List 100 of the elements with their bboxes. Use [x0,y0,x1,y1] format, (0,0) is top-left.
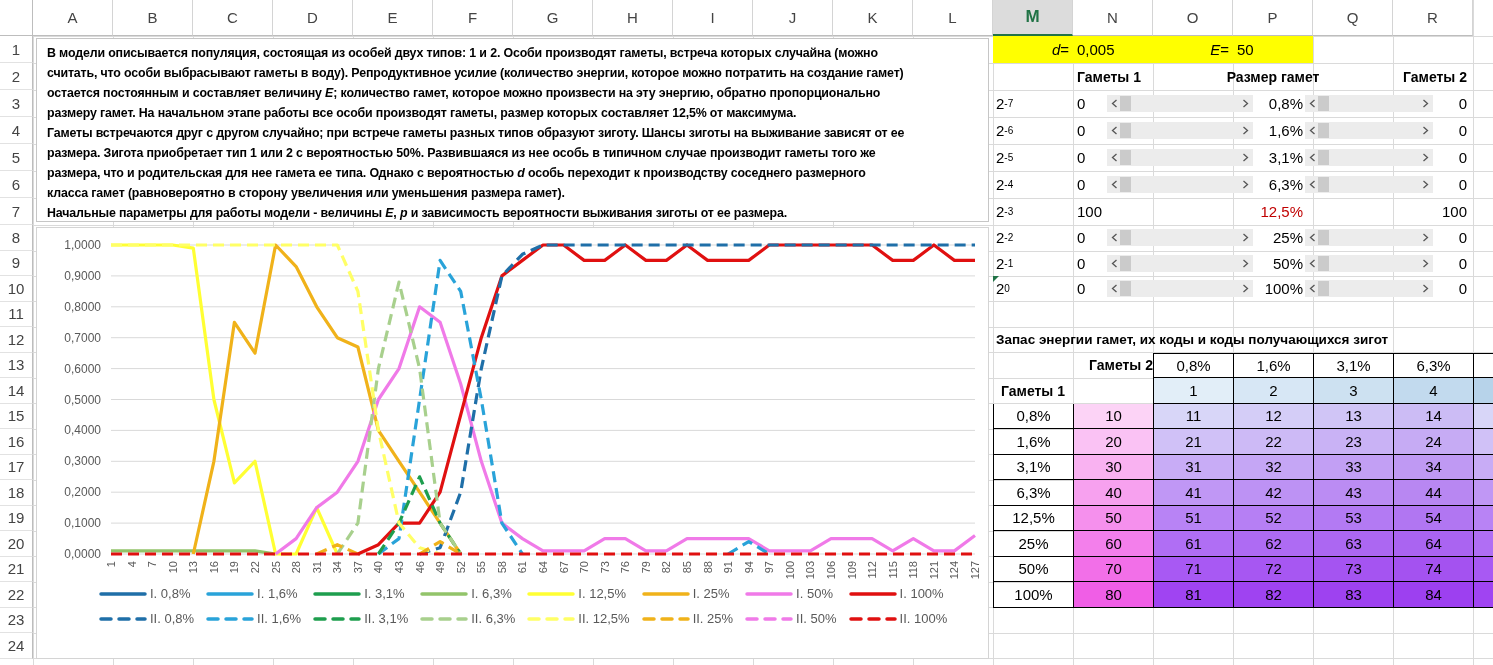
row-header[interactable]: 11 [0,301,33,327]
column-header[interactable]: K [833,0,913,36]
scroll-bar[interactable] [1305,149,1433,166]
scroll-thumb[interactable] [1120,281,1131,297]
scroll-bar[interactable] [1107,122,1253,139]
row-header[interactable]: 3 [0,90,33,117]
x-axis-label: 61 [516,561,529,574]
row-header[interactable]: 7 [0,198,33,225]
row-header[interactable]: 20 [0,531,33,557]
scroll-bar[interactable] [1305,122,1433,139]
column-header[interactable]: A [33,0,113,36]
row-header[interactable]: 5 [0,144,33,171]
scroll-bar[interactable] [1305,229,1433,247]
table-cell: 32 [1233,454,1313,480]
column-header[interactable]: G [513,0,593,36]
code-cell: 70 [1073,556,1153,582]
scroll-thumb[interactable] [1120,230,1131,246]
gamete-count: 0 [1076,149,1087,166]
legend-label: II. 6,3% [471,611,516,626]
row-header[interactable]: 1 [0,36,33,63]
scroll-bar[interactable] [1107,176,1253,193]
scroll-thumb[interactable] [1120,123,1131,138]
row-header[interactable]: 15 [0,403,33,429]
scroll-thumb[interactable] [1120,96,1131,111]
x-axis-label: 118 [907,561,920,579]
table-cell: 74 [1393,556,1473,582]
legend-label: II. 12,5% [578,611,630,626]
x-axis-label: 109 [845,561,858,580]
column-header[interactable]: L [913,0,993,36]
scroll-bar[interactable] [1305,95,1433,112]
row-header[interactable]: 10 [0,276,33,302]
scroll-thumb[interactable] [1318,150,1329,165]
scroll-thumb[interactable] [1120,177,1131,192]
scroll-thumb[interactable] [1318,177,1329,192]
row-header[interactable]: 16 [0,429,33,455]
column-header[interactable]: N [1073,0,1153,36]
row-header[interactable]: 19 [0,505,33,531]
row-header[interactable]: 14 [0,378,33,404]
scroll-bar[interactable] [1107,149,1253,166]
scroll-bar[interactable] [1107,229,1253,247]
scroll-thumb[interactable] [1318,281,1329,297]
row-header[interactable]: 24 [0,633,33,659]
gamete-size: 6,3% [1267,176,1304,193]
row-header[interactable]: 4 [0,117,33,144]
scroll-bar[interactable] [1305,176,1433,193]
table-cell: 31 [1153,454,1233,480]
x-axis-label: 58 [495,561,508,574]
y-axis-label: 0,7000 [64,330,101,345]
select-all-button[interactable] [0,0,33,36]
scroll-thumb[interactable] [1318,255,1329,271]
column-header[interactable]: C [193,0,273,36]
column-header[interactable]: B [113,0,193,36]
column-header[interactable]: D [273,0,353,36]
row-header[interactable]: 8 [0,225,33,251]
legend-label: II. 25% [692,611,734,626]
x-axis-label: 52 [454,561,467,574]
column-header[interactable]: E [353,0,433,36]
row-header[interactable]: 23 [0,607,33,633]
column-header[interactable]: O [1153,0,1233,36]
scroll-bar[interactable] [1107,280,1253,298]
x-axis-label: 79 [639,561,652,574]
scroll-thumb[interactable] [1318,230,1329,246]
column-header[interactable]: F [433,0,513,36]
column-header[interactable]: J [753,0,833,36]
scroll-thumb[interactable] [1318,123,1329,138]
scroll-thumb[interactable] [1318,96,1329,111]
row-header[interactable]: 6 [0,171,33,198]
column-header[interactable]: Q [1313,0,1393,36]
scroll-bar[interactable] [1305,254,1433,272]
parameter-value: 0,005 [1076,41,1116,58]
scroll-thumb[interactable] [1120,255,1131,271]
x-axis-label: 22 [249,561,261,574]
row-header[interactable]: 22 [0,582,33,608]
row-header[interactable]: 17 [0,454,33,480]
column-header[interactable]: P [1233,0,1313,36]
exponent-label: 2$^{0}$ [993,276,1073,302]
row-header[interactable]: 9 [0,250,33,276]
table-cell: 23 [1313,429,1393,455]
scroll-thumb[interactable] [1120,150,1131,165]
x-axis-label: 91 [722,561,735,574]
column-header[interactable]: H [593,0,673,36]
column-header[interactable]: R [1393,0,1473,36]
column-header[interactable]: M [993,0,1073,36]
x-axis-label: 100 [783,561,796,580]
row-header[interactable]: 2 [0,63,33,90]
x-axis-label: 28 [290,561,303,574]
column-header[interactable]: I [673,0,753,36]
scroll-bar[interactable] [1305,280,1433,298]
scroll-bar[interactable] [1107,254,1253,272]
row-header[interactable]: 18 [0,480,33,506]
row-header[interactable]: 12 [0,327,33,353]
code-cell: 40 [1073,480,1153,506]
legend-label: II. 0,8% [150,611,195,626]
x-axis-label: 55 [475,561,488,574]
row-header[interactable]: 21 [0,556,33,582]
scroll-bar[interactable] [1107,95,1253,112]
table-cell [1473,505,1493,531]
code-cell: 2 [1233,378,1313,404]
table-cell: 42 [1233,480,1313,506]
row-header[interactable]: 13 [0,352,33,378]
